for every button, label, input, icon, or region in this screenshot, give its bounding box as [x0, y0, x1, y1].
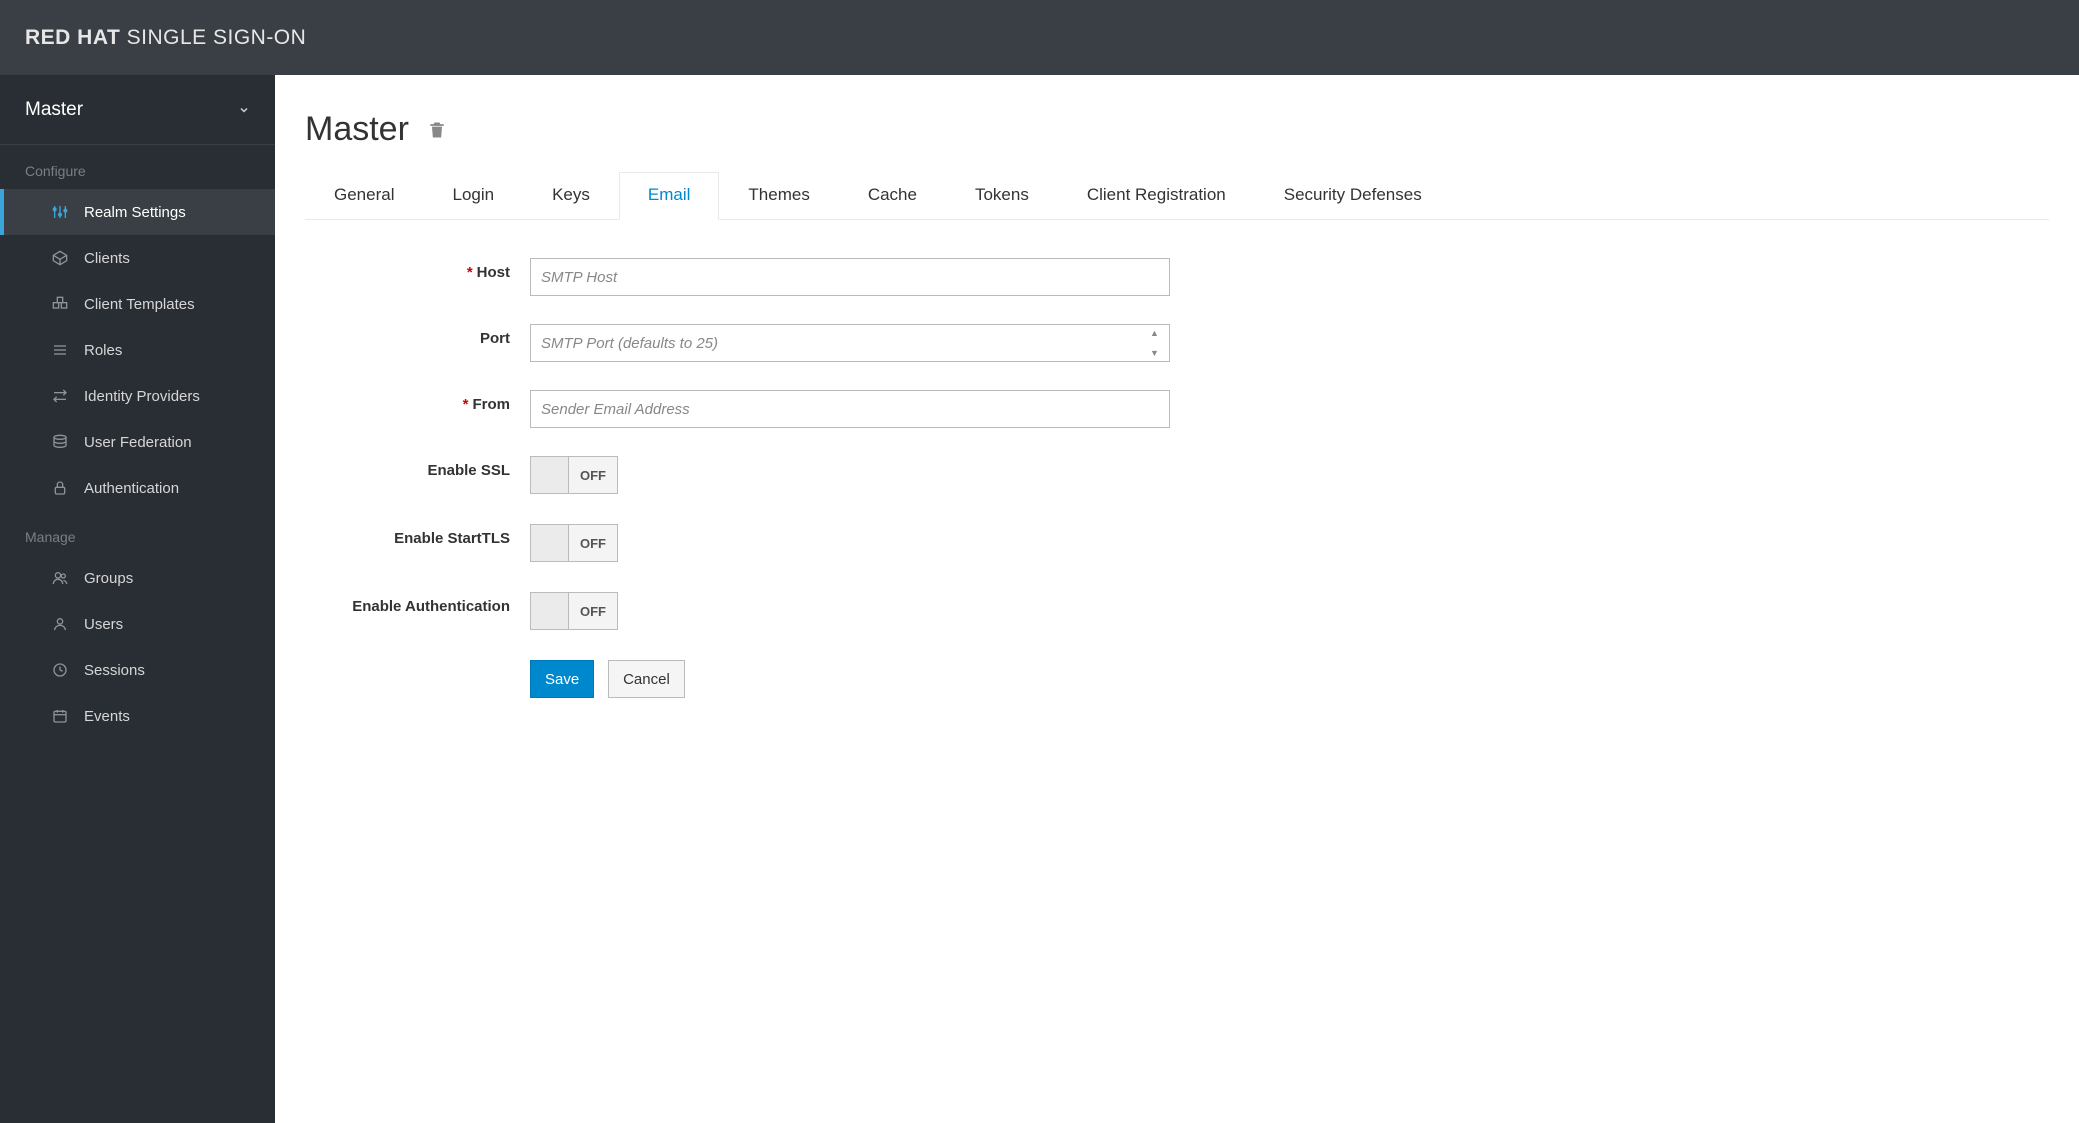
form-actions: Save Cancel [530, 660, 2049, 698]
exchange-icon [48, 388, 72, 404]
toggle-state-label: OFF [569, 593, 617, 629]
tab-email[interactable]: Email [619, 172, 720, 220]
toggle-slot [531, 593, 569, 629]
main-content: Master General Login Keys Email Themes C… [275, 75, 2079, 1123]
port-label: Port [305, 324, 530, 347]
tab-client-registration[interactable]: Client Registration [1058, 172, 1255, 220]
enable-auth-label: Enable Authentication [305, 592, 530, 615]
sidebar-item-authentication[interactable]: Authentication [0, 465, 275, 511]
tab-themes[interactable]: Themes [719, 172, 838, 220]
sidebar-item-roles[interactable]: Roles [0, 327, 275, 373]
brand-bold: RED HAT [25, 26, 120, 49]
tab-cache[interactable]: Cache [839, 172, 946, 220]
tab-login[interactable]: Login [423, 172, 523, 220]
sidebar-item-identity-providers[interactable]: Identity Providers [0, 373, 275, 419]
brand: RED HAT SINGLE SIGN-ON [25, 26, 306, 50]
nav-section-configure: Configure [0, 145, 275, 189]
chevron-down-icon [238, 104, 250, 116]
tab-keys[interactable]: Keys [523, 172, 619, 220]
tab-security-defenses[interactable]: Security Defenses [1255, 172, 1451, 220]
enable-starttls-label: Enable StartTLS [305, 524, 530, 547]
chevron-up-icon: ▲ [1150, 328, 1164, 338]
users-icon [48, 570, 72, 586]
number-stepper[interactable]: ▲ ▼ [1150, 328, 1164, 358]
cancel-button[interactable]: Cancel [608, 660, 685, 698]
tab-tokens[interactable]: Tokens [946, 172, 1058, 220]
user-icon [48, 616, 72, 632]
nav-section-manage: Manage [0, 511, 275, 555]
save-button[interactable]: Save [530, 660, 594, 698]
chevron-down-icon: ▼ [1150, 348, 1164, 358]
sidebar-item-sessions[interactable]: Sessions [0, 647, 275, 693]
topbar: RED HAT SINGLE SIGN-ON [0, 0, 2079, 75]
sliders-icon [48, 204, 72, 220]
sidebar-item-events[interactable]: Events [0, 693, 275, 739]
from-input[interactable] [530, 390, 1170, 428]
sidebar-item-realm-settings[interactable]: Realm Settings [0, 189, 275, 235]
cubes-icon [48, 296, 72, 312]
port-input[interactable] [530, 324, 1170, 362]
sidebar-item-clients[interactable]: Clients [0, 235, 275, 281]
database-icon [48, 434, 72, 450]
sidebar: Master Configure Realm Settings Clients … [0, 75, 275, 1123]
realm-selector[interactable]: Master [0, 75, 275, 145]
enable-auth-toggle[interactable]: OFF [530, 592, 618, 630]
toggle-slot [531, 525, 569, 561]
tab-general[interactable]: General [305, 172, 423, 220]
lock-icon [48, 480, 72, 496]
enable-ssl-toggle[interactable]: OFF [530, 456, 618, 494]
email-settings-form: *Host Port ▲ ▼ *From [305, 258, 2049, 698]
host-input[interactable] [530, 258, 1170, 296]
enable-ssl-label: Enable SSL [305, 456, 530, 479]
sidebar-item-user-federation[interactable]: User Federation [0, 419, 275, 465]
sidebar-item-client-templates[interactable]: Client Templates [0, 281, 275, 327]
calendar-icon [48, 708, 72, 724]
list-icon [48, 342, 72, 358]
toggle-state-label: OFF [569, 457, 617, 493]
host-label: *Host [305, 258, 530, 281]
trash-icon[interactable] [427, 120, 447, 140]
toggle-state-label: OFF [569, 525, 617, 561]
tabs: General Login Keys Email Themes Cache To… [305, 171, 2049, 220]
page-title: Master [305, 110, 409, 149]
sidebar-item-groups[interactable]: Groups [0, 555, 275, 601]
brand-rest: SINGLE SIGN-ON [120, 26, 306, 49]
from-label: *From [305, 390, 530, 413]
toggle-slot [531, 457, 569, 493]
realm-selector-label: Master [25, 99, 83, 121]
cube-icon [48, 250, 72, 266]
clock-icon [48, 662, 72, 678]
enable-starttls-toggle[interactable]: OFF [530, 524, 618, 562]
sidebar-item-users[interactable]: Users [0, 601, 275, 647]
page-title-row: Master [305, 110, 2049, 149]
